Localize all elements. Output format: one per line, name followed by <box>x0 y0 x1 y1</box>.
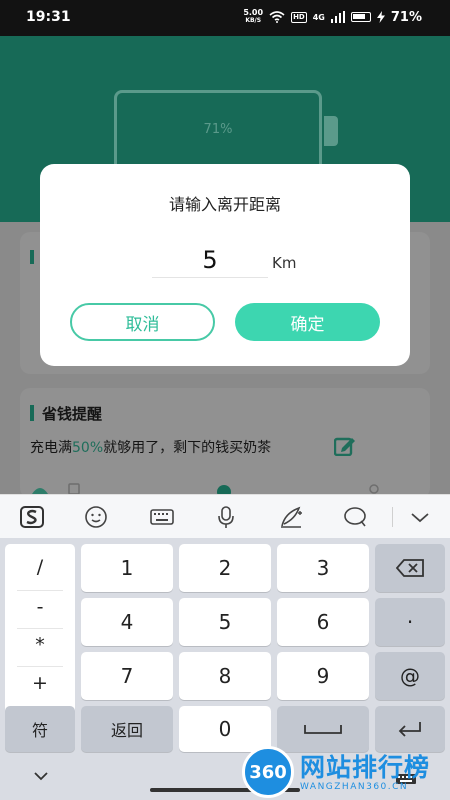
dialog-title: 请输入离开距离 <box>168 195 281 214</box>
battery-icon <box>350 12 371 22</box>
battery-level-text: 71% <box>203 122 233 137</box>
tab-icon-alarm <box>217 485 231 494</box>
enter-icon <box>398 722 421 737</box>
key-8[interactable]: 8 <box>179 652 271 700</box>
card-accent-bar <box>30 250 34 264</box>
key-4[interactable]: 4 <box>81 598 173 646</box>
battery-percent: 71% <box>390 9 422 25</box>
status-time: 19:31 <box>26 9 71 25</box>
watermark-url: WANGZHAN360.CN <box>300 782 409 792</box>
symbol-divider <box>17 590 63 591</box>
key-1[interactable]: 1 <box>81 544 173 592</box>
keyboard-toolbar <box>0 494 450 538</box>
key-dot[interactable]: · <box>375 598 445 646</box>
card-accent-bar <box>30 405 34 421</box>
key-2[interactable]: 2 <box>179 544 271 592</box>
status-icons: 5.00 KB/S HD 4G 71% <box>243 9 422 25</box>
key-9[interactable]: 9 <box>277 652 369 700</box>
key-5[interactable]: 5 <box>179 598 271 646</box>
tab-icon-plug <box>68 483 80 494</box>
symbol-key[interactable]: 符 <box>5 706 75 752</box>
distance-dialog: 请输入离开距离 Km 取消 确定 <box>40 164 410 366</box>
toolbar-divider <box>392 507 393 527</box>
key-slash[interactable]: / <box>5 556 75 578</box>
watermark-name: 网站排行榜 <box>300 753 431 782</box>
tip-card-text: 充电满50%就够用了，剩下的钱买奶茶 <box>30 440 272 456</box>
space-icon <box>304 725 342 734</box>
tab-icon-home <box>32 488 48 494</box>
cancel-button[interactable]: 取消 <box>70 303 215 341</box>
signal-icon <box>330 11 345 23</box>
emoji-icon[interactable] <box>84 505 108 529</box>
charging-icon <box>376 11 385 23</box>
hide-keyboard-icon[interactable] <box>34 771 48 781</box>
watermark: 360 网站排行榜 WANGZHAN360.CN <box>238 742 450 800</box>
status-bar: 19:31 5.00 KB/S HD 4G 71% <box>0 0 450 36</box>
key-at[interactable]: @ <box>375 652 445 700</box>
microphone-icon[interactable] <box>214 505 238 529</box>
handwriting-icon[interactable] <box>279 505 303 529</box>
backspace-key[interactable] <box>375 544 445 592</box>
wifi-icon <box>269 11 285 23</box>
symbol-divider <box>17 628 63 629</box>
watermark-badge: 360 <box>242 746 294 798</box>
signal-label: 4G <box>312 12 325 22</box>
net-speed: 5.00 KB/S <box>243 8 264 25</box>
back-key[interactable]: 返回 <box>81 706 173 752</box>
key-6[interactable]: 6 <box>277 598 369 646</box>
sogou-logo-icon[interactable] <box>20 505 44 529</box>
edit-icon[interactable] <box>334 436 356 456</box>
battery-graphic-tip <box>324 116 338 146</box>
search-icon[interactable] <box>343 505 367 529</box>
key-plus[interactable]: + <box>5 672 75 694</box>
confirm-button[interactable]: 确定 <box>235 303 380 341</box>
tip-card-title: 省钱提醒 <box>42 405 103 423</box>
backspace-icon <box>396 559 424 577</box>
key-3[interactable]: 3 <box>277 544 369 592</box>
keyboard-switch-icon[interactable] <box>150 505 174 529</box>
hd-icon: HD <box>291 11 307 23</box>
chevron-down-icon[interactable] <box>408 505 432 529</box>
key-7[interactable]: 7 <box>81 652 173 700</box>
symbol-divider <box>17 666 63 667</box>
key-minus[interactable]: - <box>5 596 75 618</box>
key-asterisk[interactable]: * <box>5 634 75 656</box>
distance-unit: Km <box>272 254 297 272</box>
distance-input[interactable] <box>152 242 268 278</box>
tab-icon-profile <box>369 484 379 494</box>
